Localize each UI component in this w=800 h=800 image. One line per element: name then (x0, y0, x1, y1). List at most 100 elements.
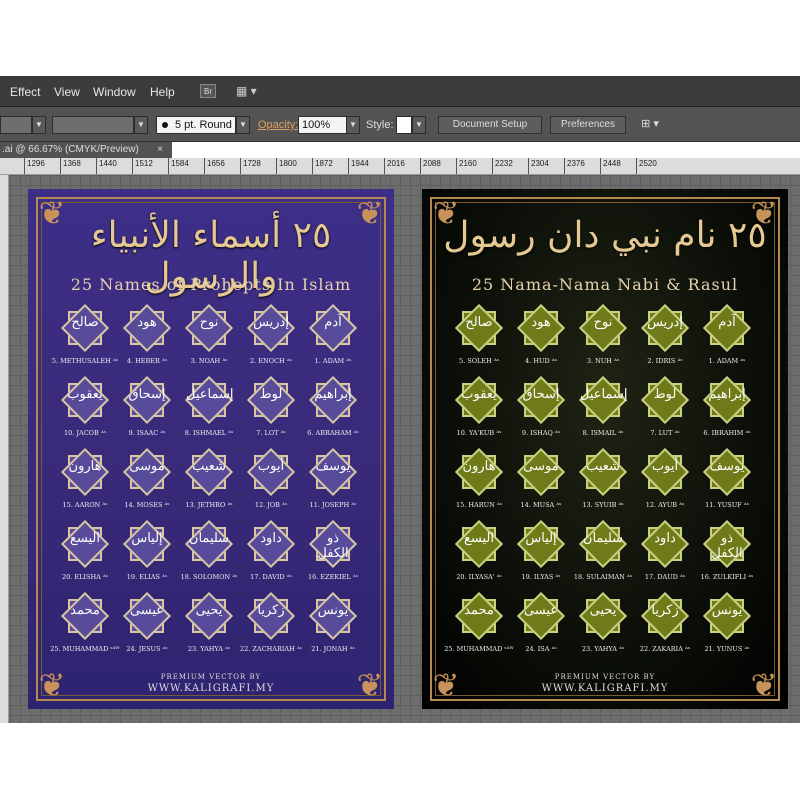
prophet-card[interactable]: إسحاق 9. ISAAC ᴬˢ (116, 375, 178, 447)
prophet-card[interactable]: يحيى 23. YAHYA ᴬˢ (178, 591, 240, 663)
octagram-badge: يوسف (308, 447, 358, 497)
brush-profile-dropdown-icon[interactable]: ▼ (236, 116, 250, 134)
prophet-card[interactable]: صالح 5. METHUSALEH ᴬˢ (52, 303, 118, 375)
prophet-card[interactable]: أيوب 12. AYUB ᴬˢ (634, 447, 696, 519)
octagram-badge: إلياس (516, 519, 566, 569)
octagram-badge: آدم (702, 303, 752, 353)
prophet-card[interactable]: اليسع 20. ILYASA' ᴬˢ (448, 519, 510, 591)
prophet-card[interactable]: يعقوب 10. JACOB ᴬˢ (54, 375, 116, 447)
prophet-card[interactable]: يوسف 11. JOSEPH ᴬˢ (302, 447, 364, 519)
octagram-badge: نوح (184, 303, 234, 353)
menu-window[interactable]: Window (93, 85, 136, 99)
fill-swatch-field[interactable] (0, 116, 32, 134)
prophet-card[interactable]: أيوب 12. JOB ᴬˢ (240, 447, 302, 519)
arabic-name: إدريس (647, 315, 683, 330)
octagram-badge: أيوب (246, 447, 296, 497)
stroke-weight-dropdown-icon[interactable]: ▼ (134, 116, 148, 134)
arabic-name: هارون (68, 459, 102, 474)
prophet-card[interactable]: إسماعيل 8. ISHMAEL ᴬˢ (178, 375, 240, 447)
prophet-card[interactable]: صالح 5. SOLEH ᴬˢ (448, 303, 510, 375)
menu-effect[interactable]: Effect (10, 85, 40, 99)
prophet-card[interactable]: محمد 25. MUHAMMAD ˢᴬᵂ (50, 591, 120, 663)
bridge-button[interactable]: Br (200, 84, 216, 98)
horizontal-ruler[interactable]: 1296 1368 1440 1512 1584 1656 1728 1800 1872 1944… (0, 158, 800, 175)
prophet-card[interactable]: سليمان 18. SULAIMAN ᴬˢ (572, 519, 634, 591)
octagram-badge: يعقوب (454, 375, 504, 425)
prophet-card[interactable]: يوسف 11. YUSUF ᴬˢ (696, 447, 758, 519)
octagram-badge: سليمان (578, 519, 628, 569)
prophet-card[interactable]: إدريس 2. IDRIS ᴬˢ (634, 303, 696, 375)
style-dropdown-icon[interactable]: ▼ (412, 116, 426, 134)
prophet-card[interactable]: إلياس 19. ELIAS ᴬˢ (116, 519, 178, 591)
prophet-card[interactable]: عيسى 24. JESUS ᴬˢ (116, 591, 178, 663)
prophet-card[interactable]: موسى 14. MUSA ᴬˢ (510, 447, 572, 519)
prophet-card[interactable]: يحيى 23. YAHYA ᴬˢ (572, 591, 634, 663)
prophet-card[interactable]: داود 17. DAUD ᴬˢ (634, 519, 696, 591)
selection-tool-options-icon[interactable]: ⊞ ▾ (636, 116, 664, 134)
prophet-card[interactable]: إسحاق 9. ISHAQ ᴬˢ (510, 375, 572, 447)
prophet-card[interactable]: آدم 1. ADAM ᴬˢ (302, 303, 364, 375)
close-tab-icon[interactable]: × (154, 142, 166, 158)
ruler-tick-label: 2160 (459, 159, 477, 168)
prophet-card[interactable]: إلياس 19. ILYAS ᴬˢ (510, 519, 572, 591)
ruler-tick-label: 2016 (387, 159, 405, 168)
prophet-card[interactable]: آدم 1. ADAM ᴬˢ (696, 303, 758, 375)
prophet-card[interactable]: ذو الكفل 16. EZEKIEL ᴬˢ (302, 519, 364, 591)
prophet-card[interactable]: هارون 15. HARUN ᴬˢ (448, 447, 510, 519)
prophet-card[interactable]: ذو الكفل 16. ZULKIFLI ᴬˢ (696, 519, 758, 591)
octagram-badge: إسحاق (122, 375, 172, 425)
prophet-card[interactable]: محمد 25. MUHAMMAD ˢᴬᵂ (444, 591, 514, 663)
poster-malay[interactable]: ❦ ❦ ❦ ❦ ٢٥ نام نبي دان رسول 25 Nama-Nama… (422, 189, 788, 709)
preferences-button[interactable]: Preferences (550, 116, 626, 134)
style-label: Style: (366, 119, 394, 131)
brush-profile-select[interactable]: 5 pt. Round (156, 116, 236, 134)
vertical-ruler[interactable] (0, 175, 9, 723)
prophet-card[interactable]: إسماعيل 8. ISMAIL ᴬˢ (572, 375, 634, 447)
arabic-name: إسماعيل (186, 387, 234, 402)
document-tab[interactable]: .ai @ 66.67% (CMYK/Preview) (0, 142, 172, 158)
style-swatch[interactable] (396, 116, 412, 134)
prophet-card[interactable]: زكريا 22. ZAKARIA ᴬˢ (634, 591, 696, 663)
prophet-card[interactable]: شعيب 13. SYUIB ᴬˢ (572, 447, 634, 519)
menu-view[interactable]: View (54, 85, 80, 99)
prophet-card[interactable]: لوط 7. LUT ᴬˢ (634, 375, 696, 447)
octagram-badge: هارون (60, 447, 110, 497)
prophet-card[interactable]: إبراهيم 6. IBRAHIM ᴬˢ (696, 375, 758, 447)
fill-dropdown-icon[interactable]: ▼ (32, 116, 46, 134)
prophet-card[interactable]: إبراهيم 6. ABRAHAM ᴬˢ (302, 375, 364, 447)
prophet-card[interactable]: عيسى 24. ISA ᴬˢ (510, 591, 572, 663)
octagram-badge: عيسى (516, 591, 566, 641)
prophet-card[interactable]: هارون 15. AARON ᴬˢ (54, 447, 116, 519)
prophet-card[interactable]: هود 4. HUD ᴬˢ (510, 303, 572, 375)
prophet-card[interactable]: هود 4. HEBER ᴬˢ (116, 303, 178, 375)
stroke-weight-field[interactable] (52, 116, 134, 134)
prophet-card[interactable]: زكريا 22. ZACHARIAH ᴬˢ (240, 591, 302, 663)
document-setup-button[interactable]: Document Setup (438, 116, 542, 134)
opacity-input[interactable]: 100% (298, 116, 348, 134)
prophet-name-label: 6. ABRAHAM ᴬˢ (307, 429, 359, 437)
poster-english[interactable]: ❦ ❦ ❦ ❦ ٢٥ أسماء الأنبياء والرسول 25 Nam… (28, 189, 394, 709)
footer-url: WWW.KALIGRAFI.MY (541, 683, 669, 694)
ruler-tick-label: 1944 (351, 159, 369, 168)
prophet-card[interactable]: لوط 7. LOT ᴬˢ (240, 375, 302, 447)
prophet-card[interactable]: اليسع 20. ELISHA ᴬˢ (54, 519, 116, 591)
prophet-card[interactable]: نوح 3. NUH ᴬˢ (572, 303, 634, 375)
prophet-name-label: 1. ADAM ᴬˢ (708, 357, 746, 365)
prophet-card[interactable]: إدريس 2. ENOCH ᴬˢ (240, 303, 302, 375)
prophet-card[interactable]: نوح 3. NOAH ᴬˢ (178, 303, 240, 375)
prophet-card[interactable]: يونس 21. JONAH ᴬˢ (302, 591, 364, 663)
octagram-badge: لوط (246, 375, 296, 425)
prophet-card[interactable]: موسى 14. MOSES ᴬˢ (116, 447, 178, 519)
opacity-label[interactable]: Opacity: (258, 119, 298, 131)
prophet-card[interactable]: سليمان 18. SOLOMON ᴬˢ (178, 519, 240, 591)
prophet-card[interactable]: شعيب 13. JETHRO ᴬˢ (178, 447, 240, 519)
prophet-card[interactable]: يعقوب 10. YA'KUB ᴬˢ (448, 375, 510, 447)
arabic-name: إلياس (525, 531, 557, 546)
prophet-card[interactable]: داود 17. DAVID ᴬˢ (240, 519, 302, 591)
octagram-badge: زكريا (640, 591, 690, 641)
ruler-tick-label: 1296 (27, 159, 45, 168)
arrange-documents-icon[interactable]: ▦ ▾ (236, 84, 262, 98)
prophet-card[interactable]: يونس 21. YUNUS ᴬˢ (696, 591, 758, 663)
menu-help[interactable]: Help (150, 85, 175, 99)
opacity-dropdown-icon[interactable]: ▼ (346, 116, 360, 134)
